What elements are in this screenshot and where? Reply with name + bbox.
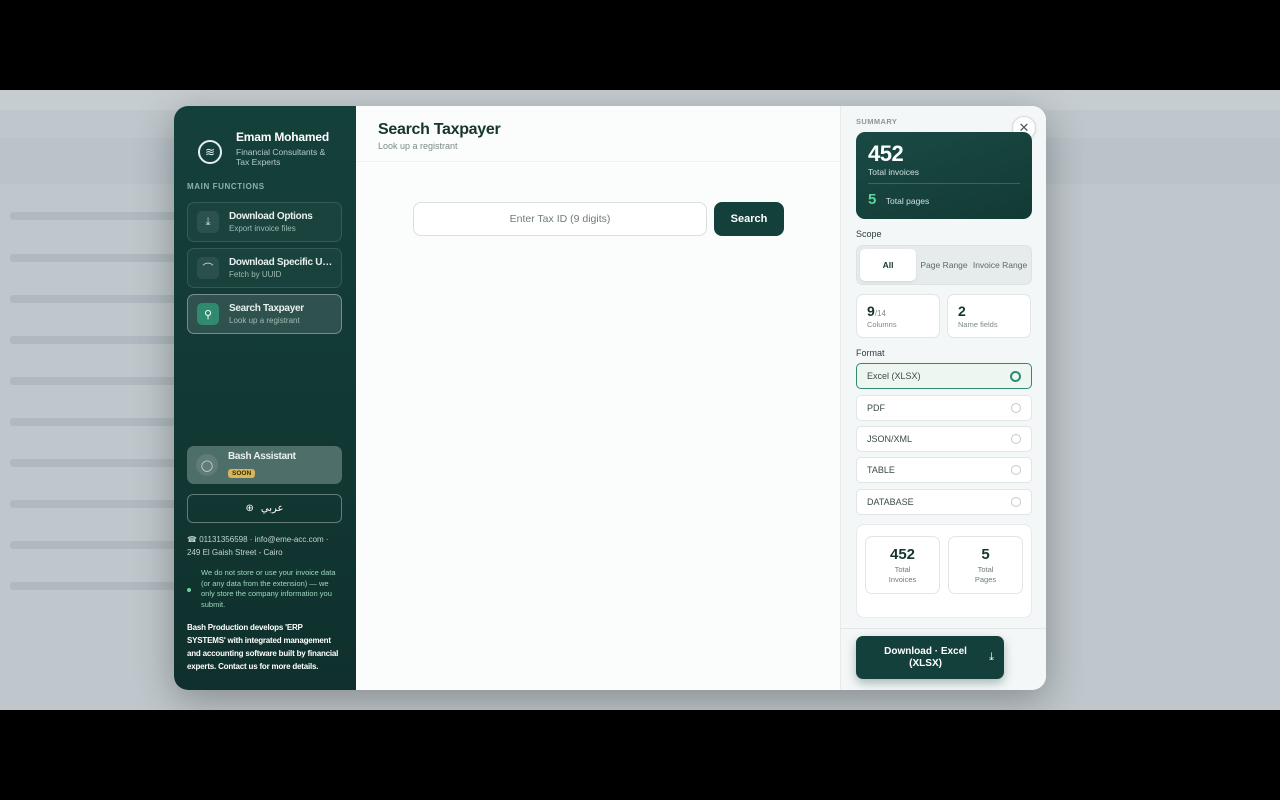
sidebar-item-download-options[interactable]: ⤓ Download Options Export invoice files [187, 202, 342, 242]
brand-logo-icon: ≋ [198, 140, 222, 164]
scope-selector: All Page Range Invoice Range [856, 245, 1032, 285]
chat-icon: ◯ [196, 454, 218, 476]
format-option-label: JSON/XML [867, 434, 913, 444]
sidebar-item-sublabel: Export invoice files [229, 224, 296, 233]
promo-text: Bash Production develops 'ERP SYSTEMS' w… [187, 623, 339, 671]
format-option-label: PDF [867, 403, 885, 413]
fingerprint-icon: ⌒ [197, 257, 219, 279]
contact-line: ☎ 01131356598 · info@eme-acc.com · [187, 535, 329, 544]
stat-invoices-label: Total Invoices [888, 565, 917, 584]
download-button-label: Download · Excel (XLSX) [884, 645, 967, 669]
brand-subtitle: Financial Consultants & Tax Experts [236, 147, 326, 167]
main-panel: Search Taxpayer Look up a registrant Sea… [356, 106, 840, 690]
scope-option-page-range[interactable]: Page Range [916, 249, 972, 281]
format-label: Format [856, 348, 885, 358]
brand-name: Emam Mohamed [236, 130, 329, 144]
brand: ≋ Emam Mohamed Financial Consultants & T… [198, 130, 329, 167]
columns-total: /14 [874, 309, 886, 318]
stat-total-pages: 5 Total Pages [948, 536, 1023, 594]
summary-panel: SUMMARY ✕ 452 Total invoices 5 Total pag… [840, 106, 1046, 690]
privacy-text: We do not store or use your invoice data… [201, 568, 336, 609]
radio-icon [1011, 497, 1021, 507]
stat-invoices-value: 452 [889, 546, 916, 563]
scope-option-all[interactable]: All [860, 249, 916, 281]
radio-selected-icon [1010, 370, 1021, 382]
assistant-button[interactable]: ◯ Bash Assistant SOON [187, 446, 342, 484]
format-option-label: DATABASE [867, 497, 914, 507]
panel-divider [841, 628, 1046, 629]
total-pages-label: Total pages [885, 196, 930, 206]
summary-card: 452 Total invoices 5 Total pages [856, 132, 1032, 219]
format-option-label: TABLE [867, 465, 895, 475]
download-button[interactable]: Download · Excel (XLSX) ⤓ [856, 636, 1004, 679]
columns-card[interactable]: 9/14 Columns [856, 294, 940, 338]
format-option-table[interactable]: TABLE [856, 457, 1032, 483]
format-option-label: Excel (XLSX) [867, 371, 921, 381]
address-line: 249 El Gaish Street - Cairo [187, 548, 283, 557]
main-header: Search Taxpayer Look up a registrant [356, 106, 840, 162]
sidebar: ≋ Emam Mohamed Financial Consultants & T… [174, 106, 356, 690]
language-toggle-button[interactable]: ⊕ عربي [187, 494, 342, 523]
globe-icon: ⊕ [245, 503, 254, 514]
sidebar-item-sublabel: Look up a registrant [229, 316, 300, 325]
total-pages-value: 5 [868, 191, 877, 208]
stat-pages-label: Total Pages [974, 565, 997, 584]
soon-badge: SOON [228, 468, 256, 478]
sidebar-item-search-taxpayer[interactable]: ⚲ Search Taxpayer Look up a registrant [187, 294, 342, 334]
stats-box: 452 Total Invoices 5 Total Pages [856, 524, 1032, 618]
format-option-pdf[interactable]: PDF [856, 395, 1032, 421]
name-fields-label: Name fields [958, 320, 998, 329]
columns-count: 9 [867, 303, 875, 319]
sidebar-item-label: Download Options [229, 211, 313, 222]
columns-label: Columns [867, 320, 897, 329]
radio-icon [1011, 434, 1021, 444]
format-option-excel[interactable]: Excel (XLSX) [856, 363, 1032, 389]
format-option-database[interactable]: DATABASE [856, 489, 1032, 515]
assistant-label: Bash Assistant [228, 450, 296, 462]
tax-id-input[interactable] [413, 202, 707, 236]
total-invoices-label: Total invoices [868, 167, 920, 177]
contact-info: ☎ 01131356598 · info@eme-acc.com · 249 E… [187, 533, 342, 559]
stat-total-invoices: 452 Total Invoices [865, 536, 940, 594]
summary-divider [868, 183, 1020, 184]
name-fields-count: 2 [958, 303, 966, 319]
download-arrow-icon: ⤓ [989, 651, 994, 663]
sidebar-item-download-uuid[interactable]: ⌒ Download Specific UUI... Fetch by UUID [187, 248, 342, 288]
search-button[interactable]: Search [714, 202, 784, 236]
page-title: Search Taxpayer [378, 121, 501, 138]
download-modal: ≋ Emam Mohamed Financial Consultants & T… [174, 106, 1046, 690]
bullet-icon [187, 588, 191, 592]
scope-option-invoice-range[interactable]: Invoice Range [972, 249, 1028, 281]
radio-icon [1011, 465, 1021, 475]
sidebar-item-label: Download Specific UUI... [229, 257, 337, 268]
name-fields-card[interactable]: 2 Name fields [947, 294, 1031, 338]
scope-label: Scope [856, 229, 882, 239]
download-icon: ⤓ [197, 211, 219, 233]
sidebar-item-label: Search Taxpayer [229, 303, 304, 314]
privacy-note: We do not store or use your invoice data… [187, 568, 342, 610]
sidebar-item-sublabel: Fetch by UUID [229, 270, 282, 279]
format-option-json-xml[interactable]: JSON/XML [856, 426, 1032, 452]
section-label: MAIN FUNCTIONS [187, 182, 265, 191]
user-search-icon: ⚲ [197, 303, 219, 325]
radio-icon [1011, 403, 1021, 413]
language-label: عربي [260, 503, 284, 514]
stat-pages-value: 5 [981, 546, 990, 563]
page-subtitle: Look up a registrant [378, 141, 458, 151]
summary-label: SUMMARY [856, 117, 898, 126]
total-invoices-value: 452 [868, 141, 904, 166]
